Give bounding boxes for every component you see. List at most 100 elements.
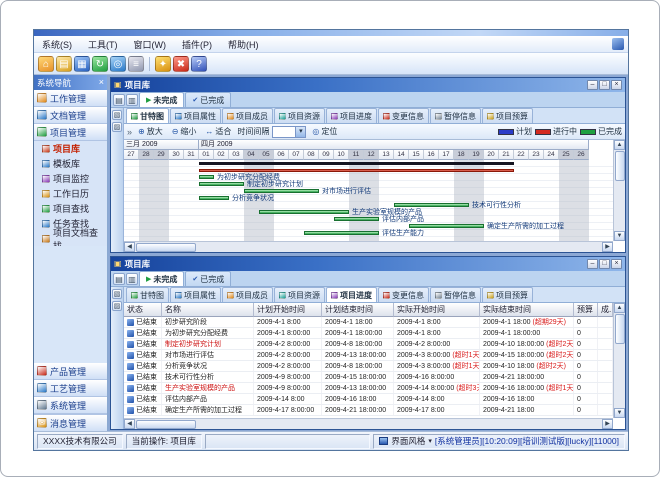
lock-icon[interactable]: ✦ [155,56,171,72]
sidebar-group-craft[interactable]: 工艺管理 [34,380,107,397]
window-maximize-button[interactable]: □ [599,259,610,269]
zoom-in-button[interactable]: ⊕放大 [135,125,166,138]
list-view-icon[interactable]: ▥ [126,273,138,285]
column-header[interactable]: 实际结束时间 [480,303,574,317]
sidebar-group-work[interactable]: 工作管理 [34,90,107,107]
sidebar-group-system[interactable]: 系统管理 [34,397,107,414]
window-minimize-button[interactable]: – [587,259,598,269]
menu-tools[interactable]: 工具(T) [80,38,126,51]
window-close-button[interactable]: × [611,259,622,269]
sidebar-group-documents[interactable]: 文档管理 [34,107,107,124]
gantt-bar[interactable] [244,189,319,193]
refresh-icon[interactable]: ↻ [92,56,108,72]
table-row[interactable]: 已结束分析竞争状况2009-4-2 8:00:002009-4-8 18:00:… [124,361,613,372]
column-header[interactable]: 名称 [162,303,254,317]
vertical-scrollbar[interactable]: ▲▼ [613,303,625,418]
table-row[interactable]: 已结束为初步研究分配经费2009-4-1 8:00:002009-4-1 18:… [124,328,613,339]
table-row[interactable]: 已结束制定初步研究计划2009-4-2 8:00:002009-4-8 18:0… [124,339,613,350]
tab-project-properties[interactable]: 项目属性 [170,287,221,302]
column-header[interactable]: 状态 [124,303,162,317]
gantt-bar[interactable] [199,169,514,172]
table-row[interactable]: 已结束技术可行性分析2009-4-9 8:00:002009-4-15 18:0… [124,372,613,383]
column-header[interactable]: 计划开始时间 [254,303,322,317]
sidebar-item-template-library[interactable]: 模板库 [34,156,107,171]
gantt-bar[interactable] [394,203,469,207]
skin-dropdown-icon[interactable]: ▾ [428,437,432,445]
pin-icon[interactable]: ▧ [112,289,122,299]
scroll-thumb[interactable] [615,314,625,344]
column-header[interactable]: 成... [598,303,613,317]
gantt-bar[interactable] [199,182,244,186]
table-row[interactable]: 已结束确定生产所需的加工过程2009-4-17 8:00:002009-4-21… [124,405,613,416]
window-titlebar[interactable]: ▣项目库–□× [111,257,625,271]
column-header[interactable]: 实际开始时间 [394,303,480,317]
gantt-bar[interactable] [199,162,514,165]
tab-completed[interactable]: ✔已完成 [185,271,231,286]
tab-project-properties[interactable]: 项目属性 [170,108,221,123]
sidebar-item-project-monitor[interactable]: 项目监控 [34,171,107,186]
tab-gantt[interactable]: 甘特图 [126,287,169,302]
tab-pause-info[interactable]: 暂停信息 [430,108,481,123]
scroll-thumb[interactable] [615,151,625,181]
tab-gantt[interactable]: 甘特图 [126,108,169,123]
print-icon[interactable]: ≡ [128,56,144,72]
gantt-bar[interactable] [259,210,349,214]
open-project-icon[interactable]: ▤ [56,56,72,72]
skin-label[interactable]: 界面风格 [391,435,425,447]
folder-view-icon[interactable]: ▤ [113,273,125,285]
tab-project-progress[interactable]: 项目进度 [326,108,377,123]
folder-view-icon[interactable]: ▤ [113,94,125,106]
tab-project-members[interactable]: 项目成员 [222,108,273,123]
menu-system[interactable]: 系统(S) [34,38,80,51]
zoom-out-button[interactable]: ⊖缩小 [169,125,200,138]
tab-pause-info[interactable]: 暂停信息 [430,287,481,302]
list-view-icon[interactable]: ▥ [126,94,138,106]
gantt-chart[interactable]: 三月 2009四月 200927282930310102030405060708… [124,140,613,241]
folder-small-icon[interactable]: ▨ [112,301,122,311]
scroll-left-icon[interactable]: ◀ [124,419,135,429]
horizontal-scrollbar[interactable]: ◀▶ [124,418,613,429]
column-header[interactable]: 预算 [574,303,598,317]
vertical-scrollbar[interactable]: ▲▼ [613,140,625,241]
scroll-thumb[interactable] [136,243,196,252]
folder-small-icon[interactable]: ▨ [112,122,122,132]
scroll-down-icon[interactable]: ▼ [614,231,625,241]
tab-project-progress[interactable]: 项目进度 [326,287,377,302]
sidebar-item-project-search[interactable]: 项目查找 [34,201,107,216]
sidebar-item-work-calendar[interactable]: 工作日历 [34,186,107,201]
gantt-bar[interactable] [199,175,214,179]
tab-unfinished[interactable]: ▶未完成 [139,271,184,286]
gantt-bar[interactable] [304,231,379,235]
tab-change-info[interactable]: 变更信息 [378,287,429,302]
tab-change-info[interactable]: 变更信息 [378,108,429,123]
stop-icon[interactable]: ✖ [173,56,189,72]
locate-button[interactable]: ◎定位 [309,125,340,138]
window-maximize-button[interactable]: □ [599,80,610,90]
menu-plugins[interactable]: 插件(P) [174,38,220,51]
scroll-right-icon[interactable]: ▶ [602,242,613,252]
pin-icon[interactable]: ▧ [112,110,122,120]
search-icon[interactable]: ◎ [110,56,126,72]
tab-unfinished[interactable]: ▶未完成 [139,92,184,107]
tab-project-resources[interactable]: 项目资源 [274,108,325,123]
menu-window[interactable]: 窗口(W) [126,38,175,51]
sidebar-close-icon[interactable]: × [99,78,104,87]
tab-project-budget[interactable]: 项目预算 [482,287,533,302]
save-icon[interactable]: ▦ [74,56,90,72]
scroll-up-icon[interactable]: ▲ [614,303,625,313]
column-header[interactable]: 计划结束时间 [322,303,394,317]
window-minimize-button[interactable]: – [587,80,598,90]
home-icon[interactable]: ⌂ [38,56,54,72]
fit-button[interactable]: ↔适合 [202,125,234,138]
tab-completed[interactable]: ✔已完成 [185,92,231,107]
gantt-bar[interactable] [334,217,379,221]
help-icon[interactable]: ? [191,56,207,72]
sidebar-item-project-library[interactable]: 项目库 [34,141,107,156]
sidebar-footer-messages[interactable]: ✉ 消息管理 [34,414,107,431]
table-row[interactable]: 已结束评估内部产品2009-4-14 8:002009-4-16 18:0020… [124,394,613,405]
scroll-up-icon[interactable]: ▲ [614,140,625,150]
menu-plugin-icon[interactable] [612,38,624,50]
overflow-chevron-icon[interactable]: » [127,127,132,137]
gantt-bar[interactable] [199,196,229,200]
scroll-down-icon[interactable]: ▼ [614,408,625,418]
